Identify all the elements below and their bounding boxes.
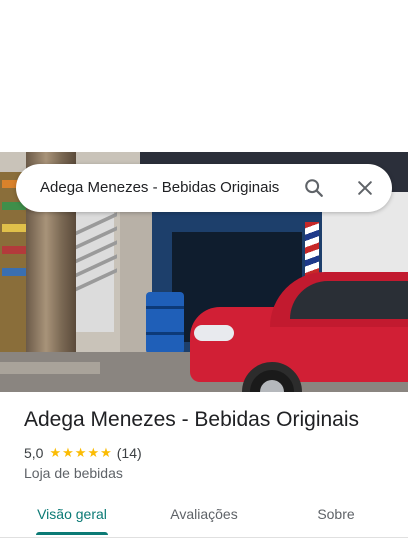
tab-reviews[interactable]: Avaliações bbox=[160, 498, 248, 534]
photo-curb bbox=[0, 362, 100, 374]
rating-row[interactable]: 5,0 ★ ★ ★ ★ ★ (14) bbox=[24, 445, 142, 461]
search-bar[interactable]: Adega Menezes - Bebidas Originais bbox=[16, 164, 392, 212]
active-tab-indicator bbox=[36, 532, 108, 535]
star-icon: ★ bbox=[62, 445, 74, 460]
rating-stars: ★ ★ ★ ★ ★ bbox=[49, 445, 112, 461]
review-count[interactable]: (14) bbox=[117, 445, 142, 461]
star-icon: ★ bbox=[49, 445, 62, 460]
place-category[interactable]: Loja de bebidas bbox=[24, 465, 123, 481]
star-icon: ★ bbox=[87, 445, 100, 460]
search-query[interactable]: Adega Menezes - Bebidas Originais bbox=[40, 164, 279, 212]
star-icon: ★ bbox=[74, 445, 87, 460]
photo-barrel bbox=[146, 292, 184, 354]
close-icon[interactable] bbox=[349, 172, 381, 204]
photo-car bbox=[190, 267, 408, 392]
rating-value: 5,0 bbox=[24, 445, 44, 461]
photo-gate bbox=[72, 212, 117, 332]
tab-overview[interactable]: Visão geral bbox=[28, 498, 116, 534]
star-icon: ★ bbox=[100, 445, 112, 460]
place-tabs: Visão geral Avaliações Sobre bbox=[0, 498, 408, 538]
tabs-divider bbox=[0, 537, 408, 538]
search-icon[interactable] bbox=[298, 172, 330, 204]
tab-about[interactable]: Sobre bbox=[300, 498, 372, 534]
place-title: Adega Menezes - Bebidas Originais bbox=[24, 408, 360, 431]
